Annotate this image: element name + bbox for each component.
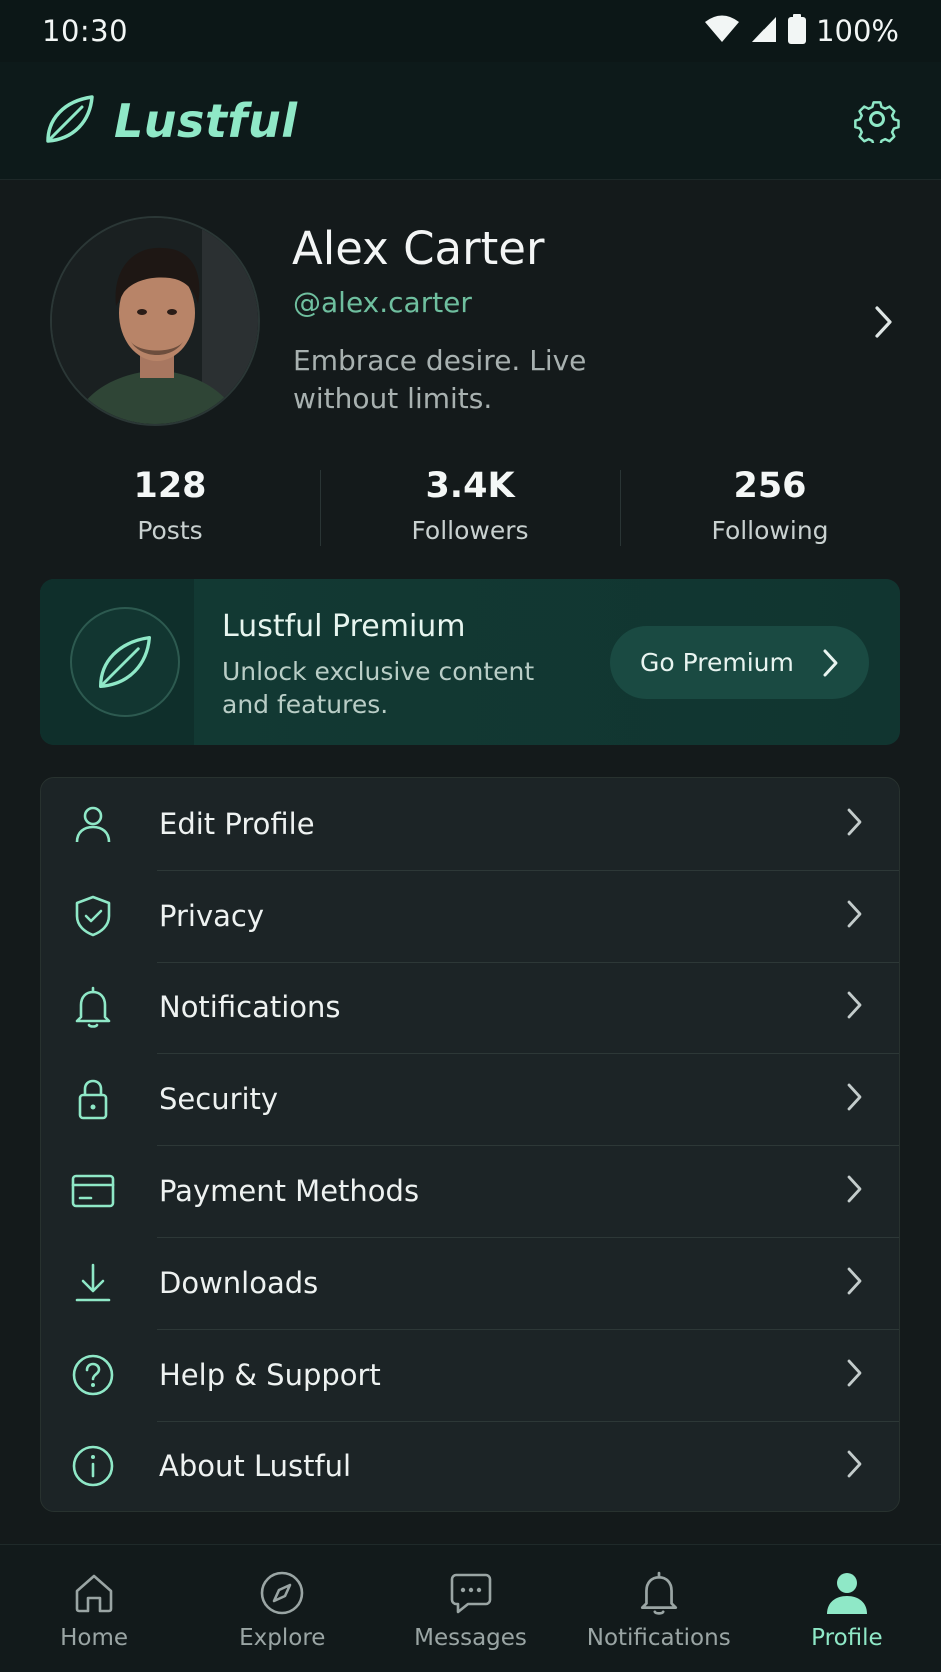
profile-handle: @alex.carter xyxy=(293,286,472,319)
leaf-logo-icon xyxy=(42,91,98,151)
stat-label: Posts xyxy=(137,516,203,545)
tab-label: Profile xyxy=(811,1625,883,1651)
profile-stats: 128 Posts 3.4K Followers 256 Following xyxy=(20,462,920,552)
go-premium-button[interactable]: Go Premium xyxy=(610,626,869,699)
stat-value: 256 xyxy=(733,466,807,506)
premium-title: Lustful Premium xyxy=(222,609,466,644)
go-premium-label: Go Premium xyxy=(640,648,794,677)
tab-profile[interactable]: Profile xyxy=(753,1545,941,1672)
download-icon xyxy=(71,1261,115,1305)
menu-item-security[interactable]: Security xyxy=(41,1053,899,1145)
avatar[interactable] xyxy=(50,216,260,426)
stat-value: 3.4K xyxy=(425,466,515,506)
status-time: 10:30 xyxy=(42,14,129,48)
menu-label: Payment Methods xyxy=(159,1174,420,1209)
stat-followers[interactable]: 3.4K Followers xyxy=(320,462,620,552)
profile-header[interactable]: Alex Carter @alex.carter Embrace desire.… xyxy=(0,180,941,450)
menu-label: Help & Support xyxy=(159,1357,381,1392)
chevron-right-icon xyxy=(821,646,841,686)
stat-posts[interactable]: 128 Posts xyxy=(20,462,320,552)
menu-label: Downloads xyxy=(159,1265,319,1300)
tab-notifications[interactable]: Notifications xyxy=(565,1545,753,1672)
menu-label: Privacy xyxy=(159,898,264,933)
info-icon xyxy=(71,1444,115,1488)
bell-icon xyxy=(71,985,115,1029)
tab-messages[interactable]: Messages xyxy=(376,1545,564,1672)
tab-label: Messages xyxy=(414,1625,527,1651)
home-icon xyxy=(70,1569,118,1617)
menu-item-payment-methods[interactable]: Payment Methods xyxy=(41,1145,899,1237)
chevron-right-icon[interactable] xyxy=(872,302,896,346)
stat-value: 128 xyxy=(133,466,207,506)
menu-item-privacy[interactable]: Privacy xyxy=(41,869,899,962)
brand[interactable]: Lustful xyxy=(42,91,297,151)
status-icons: 100% xyxy=(704,14,899,48)
stat-following[interactable]: 256 Following xyxy=(620,462,920,552)
brand-name: Lustful xyxy=(114,93,298,148)
chevron-right-icon xyxy=(845,1172,865,1210)
tab-label: Home xyxy=(60,1625,129,1651)
settings-menu: Edit Profile Privacy Notifications Secur… xyxy=(40,777,900,1512)
help-circle-icon xyxy=(71,1353,115,1397)
menu-item-downloads[interactable]: Downloads xyxy=(41,1236,899,1329)
menu-item-about[interactable]: About Lustful xyxy=(41,1420,899,1511)
chevron-right-icon xyxy=(845,805,865,843)
menu-label: Security xyxy=(159,1082,279,1117)
message-icon xyxy=(447,1569,495,1617)
tab-label: Notifications xyxy=(586,1625,731,1651)
chevron-right-icon xyxy=(845,897,865,935)
premium-leaf-icon xyxy=(70,607,180,717)
menu-item-edit-profile[interactable]: Edit Profile xyxy=(41,778,899,870)
settings-gear-icon[interactable] xyxy=(853,95,901,147)
bell-icon xyxy=(635,1569,683,1617)
chevron-right-icon xyxy=(845,1356,865,1394)
profile-bio: Embrace desire. Live without limits. xyxy=(293,344,587,415)
user-icon xyxy=(71,802,115,846)
profile-name: Alex Carter xyxy=(292,222,545,275)
status-bar: 10:30 100% xyxy=(0,0,941,62)
credit-card-icon xyxy=(71,1169,115,1213)
premium-card: Lustful Premium Unlock exclusive content… xyxy=(40,579,900,745)
tab-label: Explore xyxy=(239,1625,326,1651)
menu-label: Edit Profile xyxy=(159,806,315,841)
shield-check-icon xyxy=(71,894,115,938)
chevron-right-icon xyxy=(845,988,865,1026)
person-icon xyxy=(823,1569,871,1617)
menu-label: About Lustful xyxy=(159,1449,352,1484)
compass-icon xyxy=(258,1569,306,1617)
menu-item-help-support[interactable]: Help & Support xyxy=(41,1328,899,1421)
stat-label: Following xyxy=(711,516,829,545)
battery-icon xyxy=(788,14,807,48)
premium-subtitle: Unlock exclusive content and features. xyxy=(222,657,535,719)
battery-percent: 100% xyxy=(816,14,899,48)
signal-icon xyxy=(750,15,778,47)
menu-item-notifications[interactable]: Notifications xyxy=(41,961,899,1054)
tab-home[interactable]: Home xyxy=(0,1545,188,1672)
menu-label: Notifications xyxy=(159,990,341,1025)
lock-icon xyxy=(71,1077,115,1121)
app-bar: Lustful xyxy=(0,62,941,180)
tab-explore[interactable]: Explore xyxy=(188,1545,376,1672)
stat-label: Followers xyxy=(411,516,529,545)
chevron-right-icon xyxy=(845,1080,865,1118)
bottom-tab-bar: Home Explore Messages Notifications Prof… xyxy=(0,1544,941,1672)
chevron-right-icon xyxy=(845,1264,865,1302)
wifi-icon xyxy=(704,15,740,47)
chevron-right-icon xyxy=(845,1447,865,1485)
